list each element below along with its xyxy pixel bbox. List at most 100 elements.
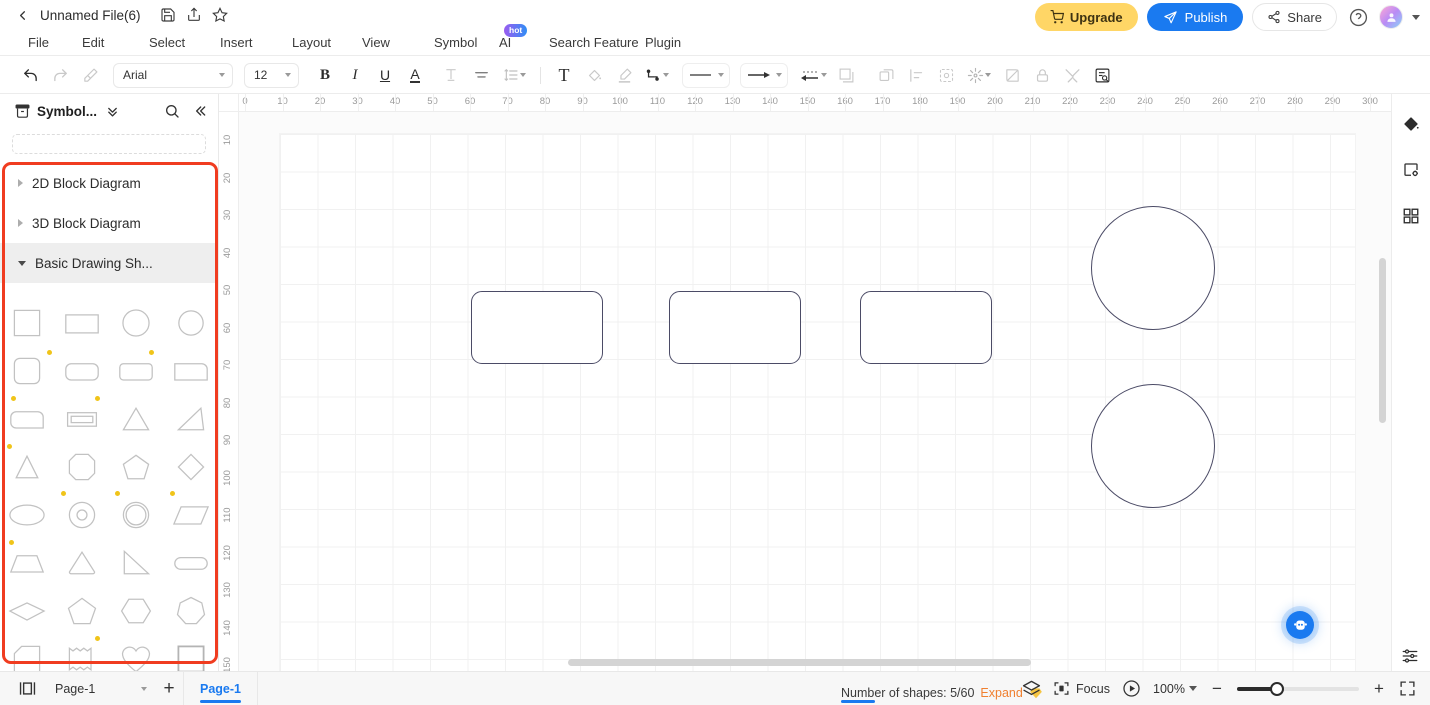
page-tab-page-1[interactable]: Page-1 xyxy=(183,671,258,705)
format-painter-icon[interactable] xyxy=(76,62,104,88)
canvas-shape-circle-2[interactable] xyxy=(1091,384,1215,508)
shape-stadium[interactable] xyxy=(164,539,219,587)
apps-grid-icon[interactable] xyxy=(1398,204,1424,228)
page-setup-icon[interactable] xyxy=(1398,158,1424,182)
canvas-shape-circle-1[interactable] xyxy=(1091,206,1215,330)
upgrade-button[interactable]: Upgrade xyxy=(1034,3,1138,31)
shape-hexagon[interactable] xyxy=(109,587,164,635)
shape-cut-corner-rect[interactable] xyxy=(0,635,55,671)
vertical-scrollbar[interactable] xyxy=(1379,258,1386,423)
wrench-icon[interactable] xyxy=(1058,62,1086,88)
zoom-slider-handle[interactable] xyxy=(1270,681,1284,696)
menu-symbol[interactable]: Symbol xyxy=(428,35,493,50)
shape-parallelogram[interactable] xyxy=(164,491,219,539)
connector-dropdown[interactable] xyxy=(640,67,674,84)
search-icon[interactable] xyxy=(164,103,180,119)
paint-bucket-icon[interactable] xyxy=(580,62,608,88)
shape-donut[interactable] xyxy=(55,491,110,539)
shape-triangle-narrow[interactable] xyxy=(0,443,55,491)
menu-layout[interactable]: Layout xyxy=(286,35,356,50)
dashed-arrow-dropdown[interactable] xyxy=(796,68,830,82)
fill-bucket-icon[interactable] xyxy=(1398,112,1424,136)
shape-rounded-rect-2[interactable] xyxy=(109,347,164,395)
canvas-shape-rounded-rectangle-1[interactable] xyxy=(471,291,603,364)
shape-right-triangle[interactable] xyxy=(109,539,164,587)
underline-button[interactable]: U xyxy=(371,62,399,88)
canvas-shape-rounded-rectangle-3[interactable] xyxy=(860,291,992,364)
shadow-icon[interactable] xyxy=(832,62,860,88)
text-vertical-icon[interactable] xyxy=(437,62,465,88)
add-page-button[interactable]: + xyxy=(155,678,183,700)
expand-link[interactable]: Expand xyxy=(980,686,1022,700)
list-settings-icon[interactable] xyxy=(1397,644,1423,668)
play-circle-icon[interactable] xyxy=(1122,679,1141,698)
zoom-slider[interactable] xyxy=(1237,681,1359,696)
shape-pentagon[interactable] xyxy=(109,443,164,491)
zoom-in-button[interactable]: + xyxy=(1371,679,1387,699)
crop-icon[interactable] xyxy=(998,62,1026,88)
redo-icon[interactable] xyxy=(46,62,74,88)
shape-diamond[interactable] xyxy=(164,443,219,491)
line-spacing-dropdown[interactable] xyxy=(497,67,531,83)
lock-icon[interactable] xyxy=(1028,62,1056,88)
layers-icon[interactable] xyxy=(1022,679,1041,698)
shape-triangle[interactable] xyxy=(109,395,164,443)
file-name[interactable]: Unnamed File(6) xyxy=(40,8,141,23)
page-layout-icon[interactable] xyxy=(12,678,42,700)
shape-thin-diamond[interactable] xyxy=(0,587,55,635)
shape-starburst[interactable] xyxy=(55,635,110,671)
shape-triangle-rounded[interactable] xyxy=(55,539,110,587)
zoom-level-select[interactable]: 100% xyxy=(1153,682,1197,696)
sidebar-item-basic-drawing-shapes[interactable]: Basic Drawing Sh... xyxy=(0,243,218,283)
shape-heart[interactable] xyxy=(109,635,164,671)
ai-assistant-button[interactable] xyxy=(1286,611,1314,639)
shape-half-rounded-rect[interactable] xyxy=(164,347,219,395)
menu-edit[interactable]: Edit xyxy=(76,35,143,50)
menu-select[interactable]: Select xyxy=(143,35,214,50)
avatar[interactable] xyxy=(1379,5,1403,29)
shape-trapezoid[interactable] xyxy=(0,539,55,587)
shape-ring[interactable] xyxy=(109,491,164,539)
sidebar-item-3d-block-diagram[interactable]: 3D Block Diagram xyxy=(0,203,218,243)
back-icon[interactable] xyxy=(10,3,34,27)
shape-octagon-rounded[interactable] xyxy=(55,443,110,491)
export-icon[interactable] xyxy=(181,3,207,27)
menu-file[interactable]: File xyxy=(22,35,76,50)
italic-button[interactable]: I xyxy=(341,62,369,88)
bold-button[interactable]: B xyxy=(311,62,339,88)
inspect-icon[interactable] xyxy=(1088,62,1116,88)
menu-plugin[interactable]: Plugin xyxy=(639,35,687,50)
canvas-page[interactable] xyxy=(280,134,1355,671)
shape-heptagon[interactable] xyxy=(164,587,219,635)
shape-square-outline[interactable] xyxy=(164,635,219,671)
page-select[interactable]: Page-1 xyxy=(50,678,155,700)
magic-wand-dropdown[interactable] xyxy=(962,67,996,84)
menu-ai[interactable]: AI hot xyxy=(493,24,543,50)
arrow-style-dropdown[interactable] xyxy=(740,62,788,88)
align-icon[interactable] xyxy=(467,62,495,88)
shape-square[interactable] xyxy=(0,299,55,347)
canvas-shape-rounded-rectangle-2[interactable] xyxy=(669,291,801,364)
group-icon[interactable] xyxy=(932,62,960,88)
undo-icon[interactable] xyxy=(16,62,44,88)
collapse-panel-icon[interactable] xyxy=(192,103,208,119)
drop-zone[interactable] xyxy=(12,134,206,154)
sidebar-item-2d-block-diagram[interactable]: 2D Block Diagram xyxy=(0,163,218,203)
menu-insert[interactable]: Insert xyxy=(214,35,286,50)
distribute-icon[interactable] xyxy=(902,62,930,88)
publish-button[interactable]: Publish xyxy=(1146,3,1244,31)
line-style-dropdown[interactable] xyxy=(682,62,730,88)
help-circle-icon[interactable] xyxy=(1346,5,1370,29)
focus-button[interactable]: Focus xyxy=(1053,680,1110,697)
canvas[interactable] xyxy=(239,112,1391,671)
double-chevron-down-icon[interactable] xyxy=(105,104,120,119)
font-size-select[interactable]: 12 xyxy=(244,62,299,88)
shape-rounded-rectangle[interactable] xyxy=(55,347,110,395)
fullscreen-icon[interactable] xyxy=(1399,680,1416,697)
zoom-out-button[interactable]: − xyxy=(1209,679,1225,699)
text-tool-button[interactable]: T xyxy=(550,62,578,88)
shape-ellipse[interactable] xyxy=(0,491,55,539)
share-button[interactable]: Share xyxy=(1252,3,1337,31)
font-color-button[interactable]: A xyxy=(401,62,429,88)
shape-double-rectangle[interactable] xyxy=(55,395,110,443)
